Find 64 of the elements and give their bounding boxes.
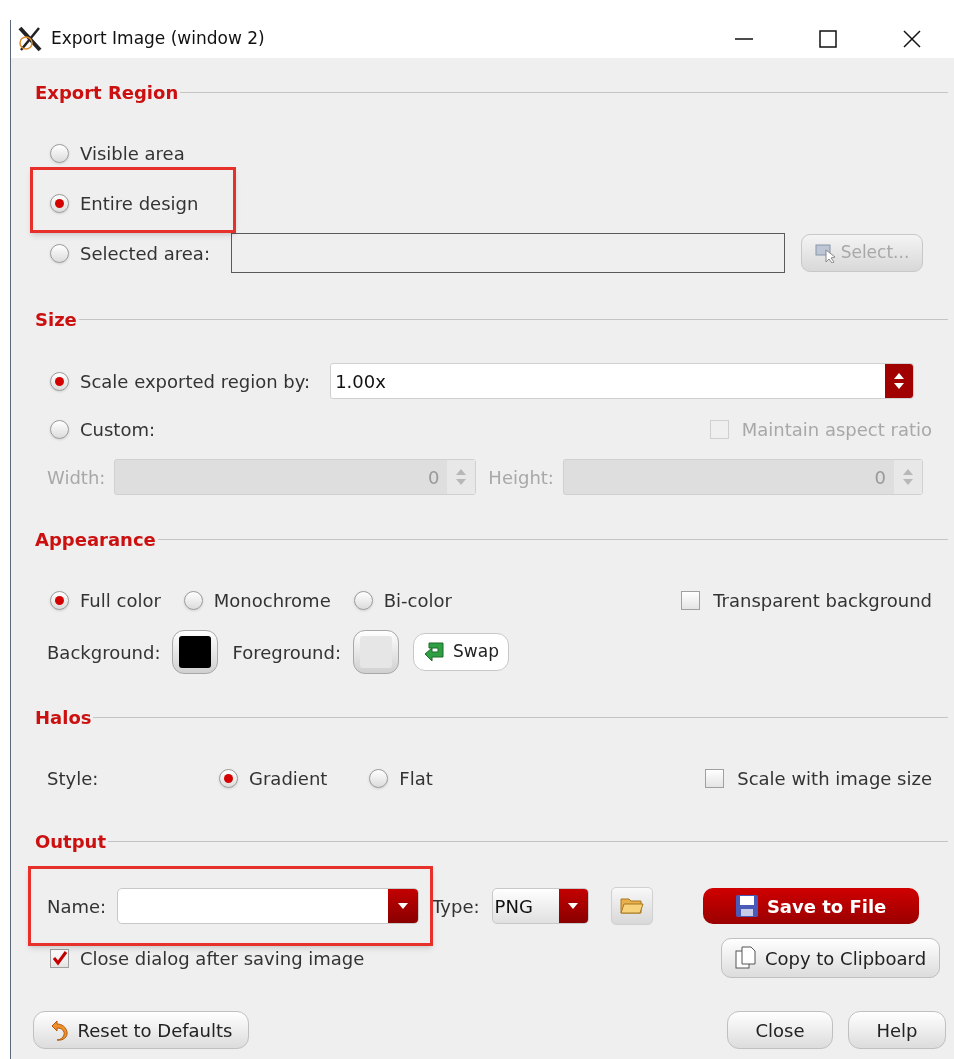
radio-label[interactable]: Bi-color <box>383 586 452 614</box>
field-label: Style: <box>47 766 100 791</box>
swap-button[interactable]: Swap <box>413 633 509 671</box>
curved-arrow-icon <box>49 1019 70 1041</box>
radio-button[interactable] <box>50 419 69 439</box>
field-label: Height: <box>488 465 554 490</box>
section-title: Size <box>35 307 77 332</box>
radio-label[interactable]: Gradient <box>249 764 328 792</box>
radio-button[interactable] <box>353 590 373 610</box>
radio-button[interactable] <box>50 243 69 263</box>
x-logo-icon <box>17 26 43 52</box>
type-combobox[interactable]: PNG <box>491 888 589 924</box>
caret-icon <box>568 903 579 909</box>
field-label: Width: <box>47 465 106 490</box>
copy-icon <box>734 946 757 970</box>
browse-button[interactable] <box>610 887 653 925</box>
radio-label[interactable]: Monochrome <box>213 586 331 614</box>
radio-button[interactable] <box>219 768 238 788</box>
color-button[interactable] <box>353 630 399 674</box>
maximize-icon <box>818 29 838 49</box>
radio-button[interactable] <box>50 590 69 610</box>
folder-icon <box>619 896 644 916</box>
radio-label[interactable]: Custom: <box>80 415 156 443</box>
color-button[interactable] <box>172 630 219 674</box>
reset-to-defaults-button[interactable]: Reset to Defaults <box>33 1011 249 1049</box>
help-button[interactable]: Help <box>848 1011 946 1049</box>
field-label: Name: <box>47 894 107 919</box>
radio-button[interactable] <box>50 143 69 163</box>
copy-to-clipboard-button[interactable]: Copy to Clipboard <box>721 938 940 978</box>
minimize-icon <box>734 38 754 40</box>
radio-label[interactable]: Selected area: <box>80 239 210 267</box>
checkbox-label[interactable]: Scale with image size <box>737 764 932 792</box>
name-combobox[interactable] <box>117 888 420 924</box>
checkbox[interactable] <box>50 948 69 968</box>
spin-arrows-icon <box>447 460 476 494</box>
radio-label[interactable]: Flat <box>399 764 433 792</box>
checkbox[interactable] <box>681 590 701 610</box>
spin-arrows-icon <box>885 364 914 398</box>
radio-button[interactable] <box>369 768 389 788</box>
window-title: Export Image (window 2) <box>51 27 265 51</box>
section-title: Export Region <box>35 80 179 105</box>
close-dialog-button[interactable]: Close <box>727 1011 833 1049</box>
checkbox-label[interactable]: Transparent background <box>713 586 932 614</box>
radio-label[interactable]: Visible area <box>80 139 185 167</box>
radio-label[interactable]: Entire design <box>80 189 199 217</box>
close-icon <box>902 29 922 49</box>
field-label: Background: <box>47 640 161 665</box>
radio-button[interactable] <box>183 590 203 610</box>
selection-cursor-icon <box>814 243 837 263</box>
field-label: Type: <box>432 894 480 919</box>
field-label: Foreground: <box>232 640 341 665</box>
radio-label[interactable]: Full color <box>80 586 161 614</box>
section-title: Appearance <box>35 527 156 552</box>
section-title: Halos <box>35 705 92 730</box>
caret-icon <box>398 903 409 909</box>
scale-spinbox[interactable]: 1.00x <box>330 363 915 399</box>
radio-label[interactable]: Scale exported region by: <box>80 367 311 395</box>
spin-arrows-icon <box>893 460 922 494</box>
radio-button[interactable] <box>50 193 69 213</box>
checkbox[interactable] <box>705 768 725 788</box>
section-title: Output <box>35 829 107 854</box>
checkbox-label[interactable]: Close dialog after saving image <box>80 944 365 972</box>
save-to-file-button[interactable]: Save to File <box>702 888 919 924</box>
radio-button[interactable] <box>50 371 69 391</box>
